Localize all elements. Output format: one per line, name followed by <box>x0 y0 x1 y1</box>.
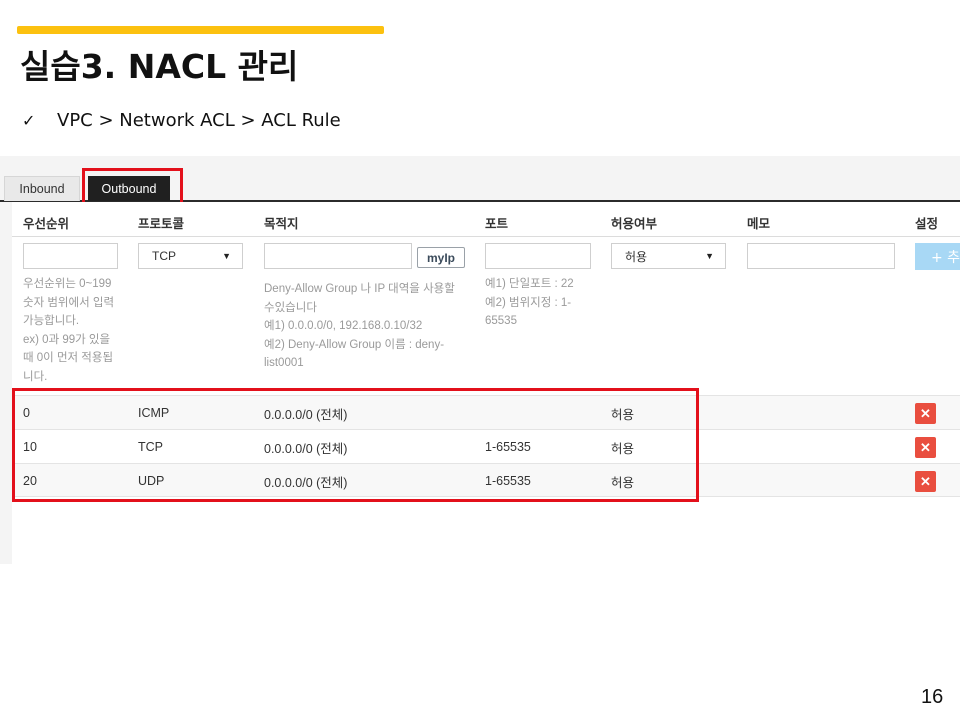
tab-outbound[interactable]: Outbound <box>88 176 170 201</box>
memo-input[interactable] <box>747 243 895 269</box>
delete-rule-button[interactable]: ✕ <box>915 437 936 458</box>
slide-title: 실습3. NACL 관리 <box>20 47 299 86</box>
column-header-protocol: 프로토콜 <box>138 216 185 231</box>
row-port: 1-65535 <box>485 440 531 454</box>
header-divider <box>12 236 960 237</box>
table-row: 10 TCP 0.0.0.0/0 (전체) 1-65535 허용 ✕ <box>12 429 960 463</box>
destination-input[interactable] <box>264 243 412 269</box>
breadcrumb-path: VPC > Network ACL > ACL Rule <box>57 110 341 131</box>
row-priority: 0 <box>23 406 30 420</box>
delete-rule-button[interactable]: ✕ <box>915 471 936 492</box>
row-destination: 0.0.0.0/0 (전체) <box>264 407 348 422</box>
table-row: 0 ICMP 0.0.0.0/0 (전체) 허용 ✕ <box>12 395 960 429</box>
row-destination: 0.0.0.0/0 (전체) <box>264 441 348 456</box>
row-protocol: ICMP <box>138 406 170 420</box>
destination-help-text: Deny-Allow Group 나 IP 대역을 사용할 수있습니다 예1) … <box>264 283 455 369</box>
priority-help-text: 우선순위는 0~199 숫자 범위에서 입력 가능합니다. ex) 0과 99가… <box>23 278 115 383</box>
delete-rule-button[interactable]: ✕ <box>915 403 936 424</box>
acl-rule-table: 우선순위 프로토콜 목적지 포트 허용여부 메모 설정 TCP ▼ myIp 허… <box>12 202 960 564</box>
column-header-priority: 우선순위 <box>23 216 70 231</box>
tab-bar: Inbound Outbound <box>0 156 960 202</box>
allow-select-value: 허용 <box>625 249 648 264</box>
priority-input[interactable] <box>23 243 118 269</box>
column-header-memo: 메모 <box>747 216 771 231</box>
page-number: 16 <box>921 686 944 708</box>
allow-select[interactable]: 허용 ▼ <box>611 243 726 269</box>
column-header-port: 포트 <box>485 216 509 231</box>
myip-button[interactable]: myIp <box>417 247 465 268</box>
row-priority: 10 <box>23 440 37 454</box>
chevron-down-icon: ▼ <box>705 251 714 261</box>
row-allow: 허용 <box>611 407 635 422</box>
row-priority: 20 <box>23 474 37 488</box>
port-help-text: 예1) 단일포트 : 22 예2) 범위지정 : 1- 65535 <box>485 278 574 327</box>
breadcrumb: ✓ VPC > Network ACL > ACL Rule <box>22 110 341 131</box>
row-allow: 허용 <box>611 441 635 456</box>
port-input[interactable] <box>485 243 591 269</box>
protocol-select-value: TCP <box>152 249 176 263</box>
slide: 실습3. NACL 관리 ✓ VPC > Network ACL > ACL R… <box>0 0 960 720</box>
row-port: 1-65535 <box>485 474 531 488</box>
console-screenshot: Inbound Outbound 우선순위 프로토콜 목적지 포트 허용여부 메… <box>0 156 960 564</box>
column-header-allow: 허용여부 <box>611 216 658 231</box>
row-protocol: TCP <box>138 440 163 454</box>
chevron-down-icon: ▼ <box>222 251 231 261</box>
row-destination: 0.0.0.0/0 (전체) <box>264 475 348 490</box>
checkmark-icon: ✓ <box>22 111 36 130</box>
row-protocol: UDP <box>138 474 165 488</box>
protocol-select[interactable]: TCP ▼ <box>138 243 243 269</box>
tab-inbound[interactable]: Inbound <box>4 176 80 201</box>
add-rule-button[interactable]: + 추 <box>915 243 960 270</box>
column-header-settings: 설정 <box>915 216 939 231</box>
row-allow: 허용 <box>611 475 635 490</box>
accent-bar <box>17 26 384 34</box>
column-header-destination: 목적지 <box>264 216 299 231</box>
table-row: 20 UDP 0.0.0.0/0 (전체) 1-65535 허용 ✕ <box>12 463 960 497</box>
